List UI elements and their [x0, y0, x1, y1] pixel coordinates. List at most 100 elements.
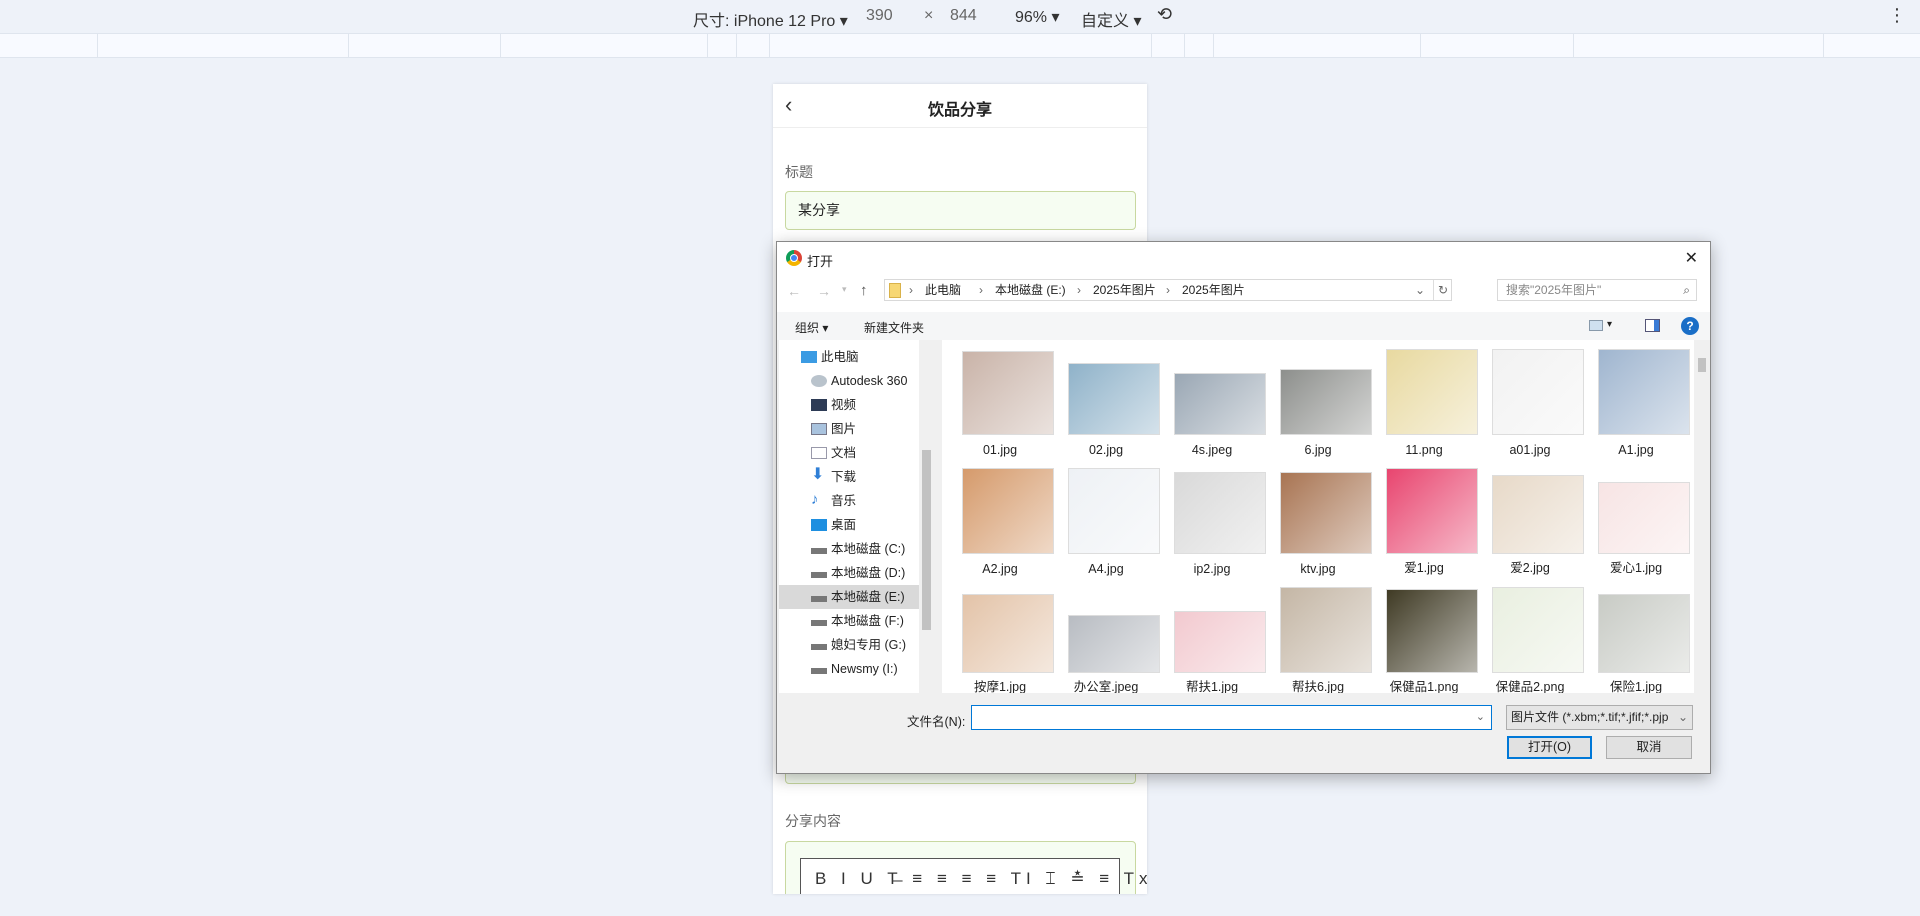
close-icon[interactable]: ✕ [1685, 248, 1698, 268]
nav-item[interactable]: ♪ 音乐 [779, 489, 919, 513]
file-item[interactable]: 帮扶1.jpg [1162, 580, 1266, 693]
image-thumbnail [1174, 472, 1266, 554]
drive-icon [811, 548, 827, 554]
documents-icon [811, 447, 827, 459]
nav-item[interactable]: Newsmy (I:) [779, 657, 919, 681]
view-dropdown-icon[interactable]: ▾ [1607, 319, 1612, 330]
file-item[interactable]: ktv.jpg [1268, 461, 1372, 580]
file-name: A2.jpg [982, 562, 1018, 576]
search-input[interactable]: 搜索"2025年图片" ⌕ [1497, 279, 1697, 301]
breadcrumb-item[interactable]: 本地磁盘 (E:) [995, 280, 1066, 300]
up-icon[interactable]: ↑ [860, 282, 868, 299]
nav-item[interactable]: 视频 [779, 393, 919, 417]
file-name: 02.jpg [1088, 443, 1124, 457]
file-item[interactable]: 02.jpg [1056, 342, 1160, 461]
forward-nav-icon[interactable]: → [817, 283, 831, 299]
drive-icon [811, 620, 827, 626]
title-input[interactable]: 某分享 [785, 191, 1136, 230]
file-item[interactable]: 01.jpg [950, 342, 1054, 461]
organize-button[interactable]: 组织 ▾ [795, 319, 828, 336]
back-nav-icon[interactable]: ← [787, 283, 801, 299]
file-item[interactable]: 4s.jpeg [1162, 342, 1266, 461]
file-item[interactable]: 保险1.jpg [1586, 580, 1690, 693]
file-item[interactable]: A4.jpg [1056, 461, 1160, 580]
refresh-icon[interactable]: ↻ [1433, 280, 1448, 300]
more-menu-icon[interactable]: ⋮ [1888, 5, 1906, 26]
nav-item[interactable]: 桌面 [779, 513, 919, 537]
nav-item[interactable]: 图片 [779, 417, 919, 441]
file-item[interactable]: ip2.jpg [1162, 461, 1266, 580]
file-name: 4s.jpeg [1191, 443, 1233, 457]
breadcrumb-item[interactable]: 此电脑 [925, 280, 961, 300]
file-item[interactable]: A2.jpg [950, 461, 1054, 580]
file-item[interactable]: 帮扶6.jpg [1268, 580, 1372, 693]
image-thumbnail [1280, 586, 1372, 673]
recent-dropdown-icon[interactable]: ▾ [842, 284, 847, 295]
file-item[interactable]: 保健品2.png [1480, 580, 1584, 693]
image-thumbnail [1386, 348, 1478, 435]
view-icon[interactable] [1589, 320, 1603, 331]
device-select[interactable]: 尺寸: iPhone 12 Pro ▾ [693, 7, 848, 31]
image-thumbnail [1280, 472, 1372, 554]
width-input[interactable]: 390 [866, 7, 893, 25]
file-item[interactable]: 11.png [1374, 342, 1478, 461]
image-thumbnail [1068, 467, 1160, 554]
file-item[interactable]: a01.jpg [1480, 342, 1584, 461]
drive-icon [811, 668, 827, 674]
nav-item[interactable]: 本地磁盘 (C:) [779, 537, 919, 561]
breadcrumb-item[interactable]: 2025年图片 [1093, 280, 1156, 300]
music-icon: ♪ [811, 491, 819, 508]
image-thumbnail [962, 593, 1054, 673]
search-icon[interactable]: ⌕ [1683, 280, 1690, 300]
nav-item[interactable]: 本地磁盘 (D:) [779, 561, 919, 585]
preview-pane-icon[interactable] [1645, 319, 1660, 332]
address-row: ← → ▾ ↑ › 此电脑 › 本地磁盘 (E:) › 2025年图片 › 20… [777, 274, 1710, 312]
filename-dropdown-icon[interactable]: ⌄ [1476, 710, 1485, 723]
image-thumbnail [1492, 474, 1584, 554]
file-item[interactable]: 6.jpg [1268, 342, 1372, 461]
file-item[interactable]: 保健品1.png [1374, 580, 1478, 693]
address-dropdown-icon[interactable]: ⌄ [1415, 280, 1425, 300]
file-name: 帮扶6.jpg [1291, 680, 1345, 693]
media-query-ruler[interactable] [0, 33, 1920, 58]
file-item[interactable]: 爱心1.jpg [1586, 461, 1690, 580]
nav-item-selected[interactable]: 本地磁盘 (E:) [779, 585, 919, 609]
throttle-select[interactable]: 自定义 ▾ [1081, 7, 1141, 31]
navigation-pane: 此电脑 Autodesk 360 视频 图片 文档 ⬇ 下载 ♪ 音乐 桌面 本地磁… [779, 340, 934, 693]
file-item[interactable]: 爱1.jpg [1374, 461, 1478, 580]
help-icon[interactable]: ? [1681, 317, 1699, 335]
file-item[interactable]: 办公室.jpeg [1056, 580, 1160, 693]
nav-item[interactable]: Autodesk 360 [779, 369, 919, 393]
breadcrumb-item[interactable]: 2025年图片 [1182, 280, 1245, 300]
rotate-icon[interactable]: ⟲ [1157, 4, 1172, 25]
nav-item[interactable]: 媳妇专用 (G:) [779, 633, 919, 657]
file-item[interactable]: 爱2.jpg [1480, 461, 1584, 580]
height-input[interactable]: 844 [950, 7, 977, 25]
file-list-scrollbar[interactable] [1695, 340, 1709, 693]
nav-item[interactable]: 文档 [779, 441, 919, 465]
image-thumbnail [1386, 589, 1478, 673]
filename-input[interactable]: ⌄ [971, 705, 1492, 730]
open-button[interactable]: 打开(O) [1507, 736, 1592, 759]
cancel-button[interactable]: 取消 [1606, 736, 1692, 759]
filetype-select[interactable]: 图片文件 (*.xbm;*.tif;*.jfif;*.pjp ⌄ [1506, 705, 1693, 730]
address-bar[interactable]: › 此电脑 › 本地磁盘 (E:) › 2025年图片 › 2025年图片 ⌄ … [884, 279, 1452, 301]
nav-item[interactable]: 本地磁盘 (F:) [779, 609, 919, 633]
file-item[interactable]: 按摩1.jpg [950, 580, 1054, 693]
file-name: 6.jpg [1304, 443, 1332, 457]
filename-label: 文件名(N): [907, 715, 966, 729]
editor-toolbar[interactable]: B I U T̶ ≡ ≡ ≡ ≡ TI ⌶ ≛ ≡ Tx [800, 858, 1147, 894]
nav-scrollbar[interactable] [919, 340, 934, 693]
dialog-toolbar: 组织 ▾ 新建文件夹 ▾ ? [777, 312, 1710, 340]
nav-item[interactable]: 此电脑 [779, 345, 919, 369]
file-list: 01.jpg 02.jpg 4s.jpeg 6.jpg 11.png a01.jpg A1.… [942, 340, 1694, 693]
file-name: 帮扶1.jpg [1185, 680, 1239, 693]
title-label: 标题 [785, 164, 813, 180]
new-folder-button[interactable]: 新建文件夹 [864, 319, 924, 336]
zoom-select[interactable]: 96% ▾ [1015, 7, 1060, 27]
file-name: 按摩1.jpg [973, 680, 1027, 693]
image-thumbnail [1068, 363, 1160, 435]
nav-item[interactable]: ⬇ 下载 [779, 465, 919, 489]
file-name: ip2.jpg [1193, 562, 1231, 576]
file-item[interactable]: A1.jpg [1586, 342, 1690, 461]
